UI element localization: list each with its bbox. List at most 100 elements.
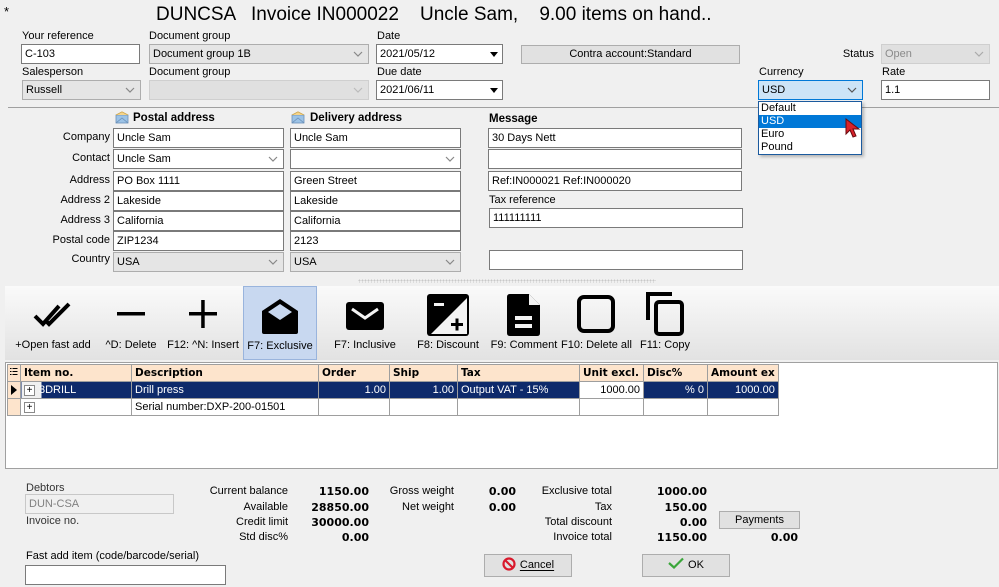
cell-order[interactable] [318,398,390,416]
total-discount-value: 0.00 [679,516,707,529]
cell-unit-excl[interactable] [579,398,644,416]
inclusive-button[interactable]: F7: Inclusive [327,286,403,360]
row-indicator[interactable] [7,381,21,399]
cancel-label: Cancel [519,559,555,571]
message-line2-input[interactable] [488,149,742,169]
delivery-contact-select[interactable] [290,149,461,169]
message-line3-input[interactable]: Ref:IN000021 Ref:IN000020 [488,171,742,191]
status-select[interactable]: Open [881,44,990,64]
delivery-country-select[interactable]: USA [290,252,461,272]
salesperson-select[interactable]: Russell [22,80,141,100]
cell-amount[interactable] [707,398,779,416]
cell-description[interactable]: Drill press [131,381,319,399]
col-description[interactable]: Description [131,364,319,382]
delivery-postal-code-input[interactable]: 2123 [290,231,461,251]
currency-select[interactable]: USD [758,80,863,100]
col-unit-excl[interactable]: Unit excl. [579,364,644,382]
delete-all-button[interactable]: F10: Delete all [561,286,632,360]
cell-tax[interactable]: Output VAT - 15% [457,381,580,399]
checkmark-icon [668,557,684,570]
tax-value: 150.00 [664,501,707,514]
ok-button[interactable]: OK [642,554,730,577]
list-icon [10,367,18,375]
delete-all-label: F10: Delete all [561,339,632,351]
cell-disc[interactable]: % 0 [643,381,708,399]
comment-button[interactable]: F9: Comment [487,286,561,360]
cell-unit-excl[interactable]: 1000.00 [579,381,644,399]
insert-button[interactable]: F12: ^N: Insert [165,286,241,360]
date-value: 2021/05/12 [380,48,436,60]
extra-input[interactable] [489,250,743,270]
document-group-label: Document group [149,30,231,42]
postal-address2-input[interactable]: Lakeside [113,191,284,211]
cell-disc[interactable] [643,398,708,416]
copy-button[interactable]: F11: Copy [635,286,695,360]
status-label: Status [842,48,874,60]
date-picker[interactable]: 2021/05/12 [376,44,503,64]
currency-option-pound[interactable]: Pound [759,141,861,154]
std-disc-label: Std disc% [239,531,288,543]
col-tax[interactable]: Tax [457,364,580,382]
delivery-address3-input[interactable]: California [290,211,461,231]
postal-country-select[interactable]: USA [113,252,284,272]
cell-ship[interactable]: 1.00 [389,381,458,399]
cell-item[interactable]: +3DRILL [20,381,132,399]
cell-tax[interactable] [457,398,580,416]
delete-button[interactable]: ^D: Delete [101,286,161,360]
postal-address3-input[interactable]: California [113,211,284,231]
cell-description[interactable]: Serial number:DXP-200-01501 [131,398,319,416]
due-date-picker[interactable]: 2021/06/11 [376,80,503,100]
row-selector-header[interactable] [7,364,21,382]
contra-account-button[interactable]: Contra account:Standard [521,45,740,64]
col-item-no[interactable]: Item no. [20,364,132,382]
square-icon [577,295,615,333]
currency-value: USD [762,84,786,96]
cell-amount[interactable]: 1000.00 [707,381,779,399]
your-reference-input[interactable]: C-103 [21,44,140,64]
discount-button[interactable]: F8: Discount [411,286,485,360]
chevron-down-icon [268,259,278,265]
payments-button[interactable]: Payments [719,511,800,529]
comment-label: F9: Comment [490,339,558,351]
rate-input[interactable]: 1.1 [881,80,990,100]
std-disc-value: 0.00 [341,531,369,544]
cell-order[interactable]: 1.00 [318,381,390,399]
delivery-address2-input[interactable]: Lakeside [290,191,461,211]
tax-reference-label: Tax reference [489,194,556,206]
fast-add-label: Fast add item (code/barcode/serial) [26,550,200,562]
row-indicator[interactable] [7,398,21,416]
current-row-arrow-icon [11,385,17,396]
exclusive-button[interactable]: F7: Exclusive [243,286,317,360]
postal-contact-select[interactable]: Uncle Sam [113,149,284,169]
table-row[interactable]: +3DRILL Drill press 1.00 1.00 Output VAT… [7,381,779,399]
delivery-company-input[interactable]: Uncle Sam [290,128,461,148]
fast-add-input[interactable] [25,565,226,585]
document-group-2-select[interactable] [149,80,369,100]
document-group-select[interactable]: Document group 1B [149,44,369,64]
table-row[interactable]: + Serial number:DXP-200-01501 [7,398,779,416]
cell-ship[interactable] [389,398,458,416]
cell-item[interactable]: + [20,398,132,416]
postal-company-input[interactable]: Uncle Sam [113,128,284,148]
expand-icon[interactable]: + [24,401,35,413]
message-line1-input[interactable]: 30 Days Nett [488,128,742,148]
postal-code-input[interactable]: ZIP1234 [113,231,284,251]
col-disc[interactable]: Disc% [643,364,708,382]
col-ship[interactable]: Ship [389,364,458,382]
col-amount[interactable]: Amount ex [707,364,779,382]
cancel-button[interactable]: Cancel [484,554,572,577]
available-value: 28850.00 [311,501,369,514]
postal-address-input[interactable]: PO Box 1111 [113,171,284,191]
tax-reference-input[interactable]: 111111111 [489,208,743,228]
splitter-handle[interactable] [358,279,656,283]
gross-weight-value: 0.00 [488,485,516,498]
currency-option-default[interactable]: Default [759,102,861,115]
expand-icon[interactable]: + [24,384,35,396]
col-order[interactable]: Order [318,364,390,382]
total-discount-label: Total discount [544,516,612,528]
invoice-lines-grid: Item no. Description Order Ship Tax Unit… [5,362,998,469]
delivery-address-input[interactable]: Green Street [290,171,461,191]
invoice-no-label: Invoice no. [26,515,80,527]
debtors-field: DUN-CSA [25,494,174,514]
open-fast-add-button[interactable]: +Open fast add [13,286,93,360]
